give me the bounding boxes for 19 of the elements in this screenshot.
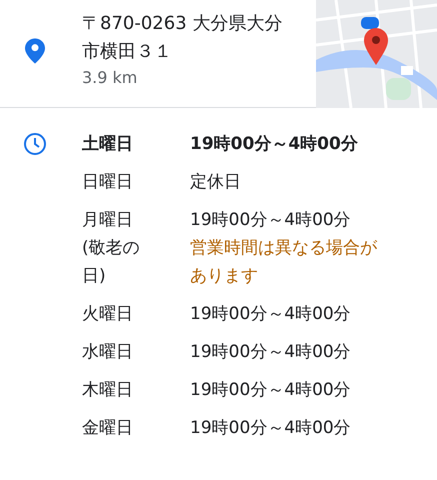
hours-text: 19時00分～4時00分: [190, 379, 352, 402]
day-label: 木曜日: [82, 379, 134, 402]
day-label: 土曜日: [82, 133, 134, 156]
hours-text: 19時00分～4時00分: [190, 133, 359, 156]
distance-text: 3.9 km: [82, 67, 138, 89]
clock-icon: [23, 132, 47, 156]
location-pin-icon: [25, 38, 45, 64]
hours-text: 19時00分～4時00分: [190, 303, 352, 326]
hours-note: 営業時間は異なる場合があります: [190, 237, 378, 288]
day-label: 月曜日 (敬老の日): [82, 209, 141, 288]
day-label: 水曜日: [82, 341, 134, 364]
hours-text: 19時00分～4時00分: [190, 417, 352, 440]
address-text: 〒870-0263 大分県大分市横田３１: [82, 12, 284, 64]
hours-text: 19時00分～4時00分: [190, 341, 352, 364]
day-label: 火曜日: [82, 303, 134, 326]
day-label: 金曜日: [82, 417, 134, 440]
hours-text: 19時00分～4時00分: [190, 209, 352, 232]
hours-text: 定休日: [190, 171, 242, 194]
day-label: 日曜日: [82, 171, 134, 194]
